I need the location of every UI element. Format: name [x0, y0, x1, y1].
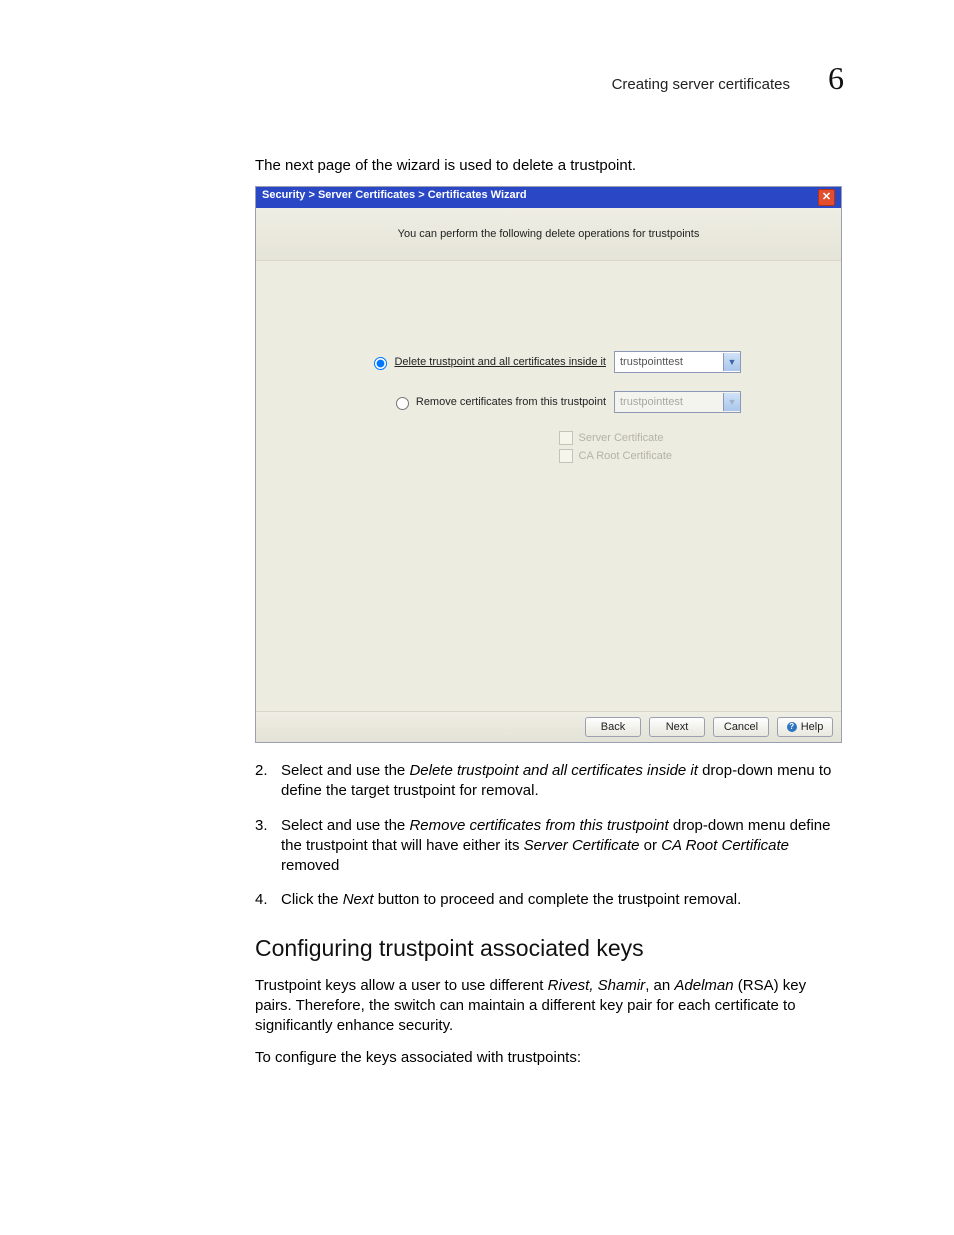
step-text: Select and use the Delete trustpoint and…	[281, 761, 844, 802]
step-2: 2. Select and use the Delete trustpoint …	[255, 761, 844, 802]
header-title: Creating server certificates	[612, 76, 790, 93]
wizard-breadcrumb: Security > Server Certificates > Certifi…	[262, 189, 527, 206]
step-number: 3.	[255, 816, 281, 877]
delete-trustpoint-row: Delete trustpoint and all certificates i…	[256, 351, 841, 373]
ca-root-label: CA Root Certificate	[579, 450, 699, 462]
steps-list: 2. Select and use the Delete trustpoint …	[255, 761, 844, 911]
server-cert-checkbox-row: Server Certificate	[416, 431, 841, 445]
remove-certs-radio[interactable]: Remove certificates from this trustpoint	[356, 394, 606, 410]
section-paragraph-1: Trustpoint keys allow a user to use diff…	[255, 976, 844, 1037]
chevron-down-icon: ▼	[723, 353, 740, 371]
step-text: Click the Next button to proceed and com…	[281, 890, 844, 910]
step-4: 4. Click the Next button to proceed and …	[255, 890, 844, 910]
ca-root-checkbox	[559, 449, 573, 463]
delete-trustpoint-radio-input[interactable]	[374, 357, 387, 370]
close-icon[interactable]: ✕	[818, 189, 835, 206]
chapter-number: 6	[828, 60, 844, 97]
next-button[interactable]: Next	[649, 717, 705, 737]
delete-trustpoint-dropdown[interactable]: trustpointtest ▼	[614, 351, 741, 373]
step-3: 3. Select and use the Remove certificate…	[255, 816, 844, 877]
section-paragraph-2: To configure the keys associated with tr…	[255, 1048, 844, 1068]
page-header: Creating server certificates 6	[255, 60, 844, 97]
help-label: Help	[801, 721, 824, 733]
remove-certs-label: Remove certificates from this trustpoint	[416, 396, 606, 408]
wizard-banner: You can perform the following delete ope…	[256, 208, 841, 261]
delete-trustpoint-value: trustpointtest	[620, 356, 683, 368]
delete-trustpoint-radio[interactable]: Delete trustpoint and all certificates i…	[356, 354, 606, 370]
wizard-footer: Back Next Cancel ? Help	[256, 711, 841, 742]
ca-root-checkbox-row: CA Root Certificate	[416, 449, 841, 463]
remove-certs-radio-input[interactable]	[396, 397, 409, 410]
cancel-button[interactable]: Cancel	[713, 717, 769, 737]
help-button[interactable]: ? Help	[777, 717, 833, 737]
back-button[interactable]: Back	[585, 717, 641, 737]
wizard-titlebar: Security > Server Certificates > Certifi…	[256, 187, 841, 208]
section-heading: Configuring trustpoint associated keys	[255, 935, 844, 962]
intro-text: The next page of the wizard is used to d…	[255, 157, 844, 174]
step-text: Select and use the Remove certificates f…	[281, 816, 844, 877]
server-cert-checkbox	[559, 431, 573, 445]
chevron-down-icon: ▼	[723, 393, 740, 411]
server-cert-label: Server Certificate	[579, 432, 699, 444]
certificates-wizard-panel: Security > Server Certificates > Certifi…	[255, 186, 842, 743]
wizard-body: Delete trustpoint and all certificates i…	[256, 261, 841, 711]
remove-certs-dropdown: trustpointtest ▼	[614, 391, 741, 413]
step-number: 4.	[255, 890, 281, 910]
remove-certs-value: trustpointtest	[620, 396, 683, 408]
delete-trustpoint-label: Delete trustpoint and all certificates i…	[394, 356, 606, 368]
remove-certs-row: Remove certificates from this trustpoint…	[256, 391, 841, 413]
help-icon: ?	[787, 722, 797, 732]
step-number: 2.	[255, 761, 281, 802]
